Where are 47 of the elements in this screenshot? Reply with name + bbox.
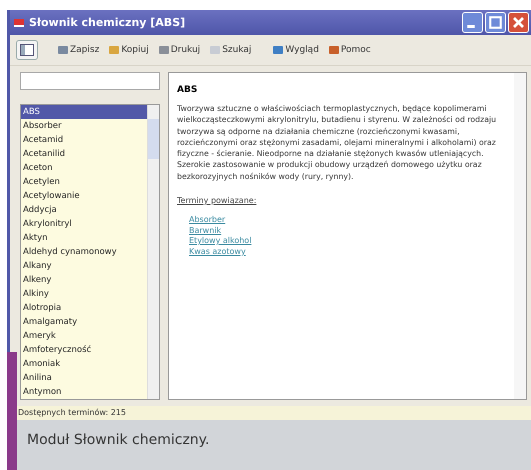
scrollbar[interactable] xyxy=(147,105,159,399)
app-icon xyxy=(13,16,25,28)
term-item[interactable]: Ameryk xyxy=(21,329,147,343)
search-button[interactable]: Szukaj xyxy=(208,45,254,55)
term-item[interactable]: Akrylonitryl xyxy=(21,217,147,231)
search-field[interactable] xyxy=(20,72,160,90)
window-title: Słownik chemiczny [ABS] xyxy=(29,16,186,29)
related-link[interactable]: Barwnik xyxy=(189,226,222,236)
related-heading: Terminy powiązane: xyxy=(177,196,256,206)
help-button[interactable]: Pomoc xyxy=(326,45,373,55)
term-item[interactable]: Acetylowanie xyxy=(21,189,147,203)
term-item[interactable]: Acetamid xyxy=(21,133,147,147)
term-item[interactable]: Alkeny xyxy=(21,273,147,287)
term-item[interactable]: Anilina xyxy=(21,371,147,385)
minimize-button[interactable] xyxy=(462,12,483,33)
scrollbar[interactable] xyxy=(514,73,526,399)
maximize-button[interactable] xyxy=(485,12,506,33)
term-item[interactable]: Amfoteryczność xyxy=(21,343,147,357)
close-button[interactable] xyxy=(508,12,529,33)
close-icon xyxy=(511,15,526,30)
term-item[interactable]: ABS xyxy=(21,105,147,119)
term-item[interactable]: Antymon xyxy=(21,385,147,399)
term-item[interactable]: Acetanilid xyxy=(21,147,147,161)
caption-text: Moduł Słownik chemiczny. xyxy=(17,420,531,470)
related-link[interactable]: Etylowy alkohol xyxy=(189,236,252,247)
term-item[interactable]: Aktyn xyxy=(21,231,147,245)
view-button[interactable]: Wygląd xyxy=(271,45,321,55)
term-item[interactable]: Absorber xyxy=(21,119,147,133)
related-link[interactable]: Kwas azotowy xyxy=(189,246,246,258)
article-title: ABS xyxy=(177,85,198,95)
term-item[interactable]: Alkiny xyxy=(21,287,147,301)
copy-button[interactable]: Kopiuj xyxy=(107,45,151,55)
term-item[interactable]: Alotropia xyxy=(21,301,147,315)
term-item[interactable]: Acetylen xyxy=(21,175,147,189)
term-item[interactable]: Amalgamaty xyxy=(21,315,147,329)
panel-toggle-button[interactable] xyxy=(16,40,38,60)
maximize-icon xyxy=(488,15,503,30)
panel-icon xyxy=(20,44,34,56)
term-item[interactable]: Addycja xyxy=(21,203,147,217)
print-button[interactable]: Drukuj xyxy=(156,45,202,55)
term-item[interactable]: Amoniak xyxy=(21,357,147,371)
minimize-icon xyxy=(467,25,475,28)
save-button[interactable]: Zapisz xyxy=(56,45,102,55)
related-link[interactable]: Absorber xyxy=(189,215,226,226)
term-item[interactable]: Aldehyd cynamonowy xyxy=(21,245,147,259)
term-item[interactable]: Aceton xyxy=(21,161,147,175)
term-item[interactable]: Alkany xyxy=(21,259,147,273)
